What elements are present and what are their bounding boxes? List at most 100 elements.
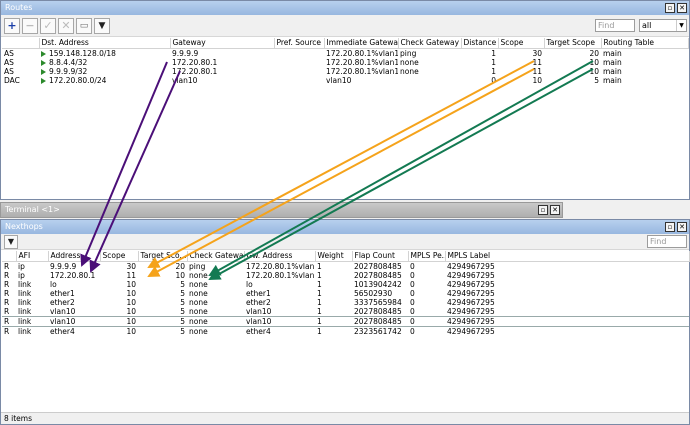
route-distance: 1 [491,48,496,58]
nexthop-label: 4294967295 [447,270,495,280]
nexthops-titlebar[interactable]: Nexthops ▫ ✕ [1,220,689,234]
routes-col-check-gateway[interactable]: Check Gateway [398,38,462,49]
table-row[interactable]: Rip172.20.80.11110none172.20.80.1%vlan10… [2,271,689,280]
nexthops-col-flap-count[interactable]: Flap Count [352,251,409,262]
comment-icon[interactable]: ▭ [76,18,92,34]
nexthop-weight: 1 [315,315,352,327]
route-check: ping [400,48,417,58]
routes-filter-select[interactable]: all ▼ [639,19,687,32]
nexthops-col-target-scope[interactable]: Target Sco... [138,251,188,262]
nexthop-target: 5 [180,297,185,307]
nexthop-afi: ip [18,270,25,280]
nexthops-col-scope[interactable]: Scope [100,251,139,262]
nexthop-afi: link [18,279,32,289]
route-target: 5 [594,75,599,85]
nexthop-weight: 1 [317,297,322,307]
table-row[interactable]: Rlink vlan10 10 5 none vlan10 1 2027808485 0 4294… [2,315,689,327]
routes-filter-value: all [642,21,652,30]
routes-col-routing-table[interactable]: Routing Table [601,38,689,49]
routes-col-scope[interactable]: Scope [498,38,545,49]
minimize-icon[interactable]: ▫ [665,3,675,13]
nexthop-check: none [189,326,208,336]
nexthop-mpls: 0 [410,270,415,280]
route-active-icon [41,59,46,66]
nexthops-col-afi[interactable]: AFI [16,251,49,262]
terminal-titlebar[interactable]: Terminal <1> ▫ ✕ [1,203,562,217]
route-dst: 172.20.80.0/24 [39,76,170,85]
route-flag: DAC [4,75,20,85]
nexthop-label: 4294967295 [447,261,495,271]
nexthop-check: none [189,270,208,280]
nexthop-target: 5 [180,326,185,336]
routes-col-distance[interactable]: Distance [461,38,499,49]
routes-col-immediate-gateway[interactable]: Immediate Gateway [324,38,399,49]
routes-col-gateway[interactable]: Gateway [170,38,275,49]
route-distance: 1 [491,66,496,76]
close-icon[interactable]: ✕ [550,205,560,215]
route-flag: AS [4,66,14,76]
nexthop-gw: ether2 [246,297,271,307]
nexthops-find-input[interactable]: Find [647,235,687,248]
nexthop-target: 5 [180,306,185,316]
nexthop-scope: 10 [100,315,138,327]
nexthop-address: vlan10 [48,315,100,327]
nexthop-target: 10 [175,270,185,280]
table-row[interactable]: AS 8.8.4.4/32 172.20.80.1 172.20.80.1%vl… [2,58,688,67]
table-row[interactable]: AS 9.9.9.9/32 172.20.80.1 172.20.80.1%vl… [2,67,688,76]
routes-find-input[interactable]: Find [595,19,635,32]
filter-icon[interactable]: ▼ [4,235,18,249]
filter-icon[interactable]: ▼ [94,18,110,34]
routes-col-flags[interactable] [2,38,40,49]
minimize-icon[interactable]: ▫ [665,222,675,232]
nexthop-address: ether2 [50,297,75,307]
nexthops-col-mpls-pe[interactable]: MPLS Pe... [408,251,446,262]
routes-titlebar[interactable]: Routes ▫ ✕ [1,1,689,15]
route-scope: 10 [532,75,542,85]
table-row[interactable]: Rlink vlan10 10 5 none vlan10 1 2027808485 0 4294… [2,307,689,317]
route-dst: 159.148.128.0/18 [39,48,170,58]
nexthops-col-flags[interactable] [2,251,17,262]
disable-icon[interactable]: ✕ [58,18,74,34]
nexthop-check: none [187,315,244,327]
route-flag: AS [4,48,14,58]
table-row[interactable]: Rlink ether4 10 5 none ether4 1 2323561742 0 4294… [2,326,689,336]
add-icon[interactable]: + [4,18,20,34]
nexthop-afi: link [18,297,32,307]
routes-window: Routes ▫ ✕ + − ✓ ✕ ▭ ▼ Find all ▼ Dst. A… [0,0,690,200]
close-icon[interactable]: ✕ [677,222,687,232]
route-dst: 8.8.4.4/32 [39,58,170,67]
nexthops-col-address[interactable]: Address [48,251,101,262]
enable-icon[interactable]: ✓ [40,18,56,34]
table-row[interactable]: Rip 9.9.9.9 30 20 ping 172.20.80.1%vlan101 202… [2,261,689,271]
routes-col-pref-source[interactable]: Pref. Source [274,38,325,49]
remove-icon[interactable]: − [22,18,38,34]
nexthop-scope: 10 [126,306,136,316]
nexthops-col-check-gateway[interactable]: Check Gateway [187,251,245,262]
route-pref [274,48,324,58]
close-icon[interactable]: ✕ [677,3,687,13]
nexthop-weight: 1 [317,261,322,271]
nexthop-flap: 2027808485 [354,270,402,280]
nexthop-address: vlan10 [50,306,76,316]
nexthop-weight: 1 [317,306,322,316]
nexthop-address: ether4 [50,326,75,336]
table-row[interactable]: AS 159.148.128.0/18 9.9.9.9 172.20.80.1%… [2,48,688,58]
table-row[interactable]: Rlink ether2 10 5 none ether2 1 3337565984 0 4294… [2,298,689,307]
route-table: main [603,57,622,67]
nexthops-col-mpls-label[interactable]: MPLS Label [445,251,690,262]
nexthops-title: Nexthops [5,222,43,231]
nexthop-gw: 172.20.80.1%vlan10 [246,261,315,271]
nexthop-afi: link [18,326,32,336]
nexthop-flag: R [4,297,10,307]
minimize-icon[interactable]: ▫ [538,205,548,215]
table-row[interactable]: Rlink lo 10 5 none lo 1 1013904242 0 4294967295 [2,280,689,289]
route-distance: 0 [491,75,496,85]
table-row[interactable]: Rlink ether1 10 5 none ether1 1 56502930 0 429496… [2,289,689,298]
nexthops-col-weight[interactable]: Weight [315,251,353,262]
routes-col-dst[interactable]: Dst. Address [39,38,171,49]
nexthop-scope: 11 [126,270,136,280]
table-row[interactable]: DAC 172.20.80.0/24 vlan10 vlan10 0 10 5 … [2,76,688,85]
nexthop-mpls: 0 [410,297,415,307]
nexthops-col-gw-address[interactable]: Gw. Address [244,251,316,262]
routes-col-target-scope[interactable]: Target Scope [544,38,602,49]
